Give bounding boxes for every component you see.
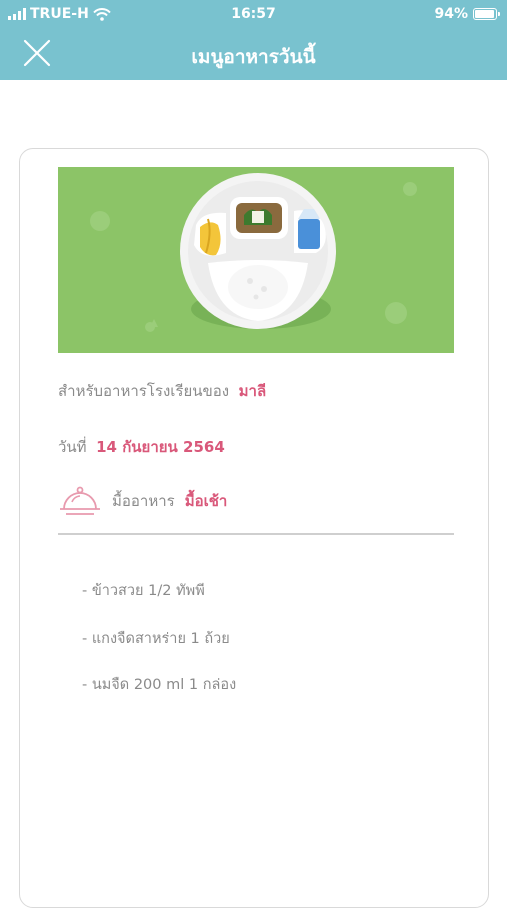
status-right: 94% [434,6,500,22]
food-cloche-icon [60,486,100,515]
student-line: สำหรับอาหารโรงเรียนของ มาลี [58,379,266,403]
battery-percent: 94% [434,6,468,22]
meal-label: มื้ออาหาร [112,492,175,510]
date-label: วันที่ [58,438,87,456]
battery-icon [473,8,500,20]
for-student-label: สำหรับอาหารโรงเรียนของ [58,382,230,400]
app-header: TRUE-H 16:57 94% เมนูอาหารวันนี้ [0,0,507,80]
status-bar: TRUE-H 16:57 94% [0,0,507,28]
meal-value: มื้อเช้า [184,492,228,510]
page-title: เมนูอาหารวันนี้ [191,46,316,68]
meal-line: มื้ออาหาร มื้อเช้า [58,485,227,517]
date-line: วันที่ 14 กันยายน 2564 [58,435,225,459]
menu-item: - ข้าวสวย 1/2 ทัพพี [82,583,205,599]
student-name: มาลี [238,382,267,400]
menu-item: - แกงจืดสาหร่าย 1 ถ้วย [82,631,230,647]
menu-card: สำหรับอาหารโรงเรียนของ มาลี วันที่ 14 กั… [19,148,489,908]
status-time: 16:57 [231,6,276,22]
date-value: 14 กันยายน 2564 [96,438,225,456]
meal-tray-illustration [58,167,454,353]
food-tray-image [90,173,417,332]
section-divider [58,533,454,535]
menu-item: - นมจืด 200 ml 1 กล่อง [82,677,237,693]
